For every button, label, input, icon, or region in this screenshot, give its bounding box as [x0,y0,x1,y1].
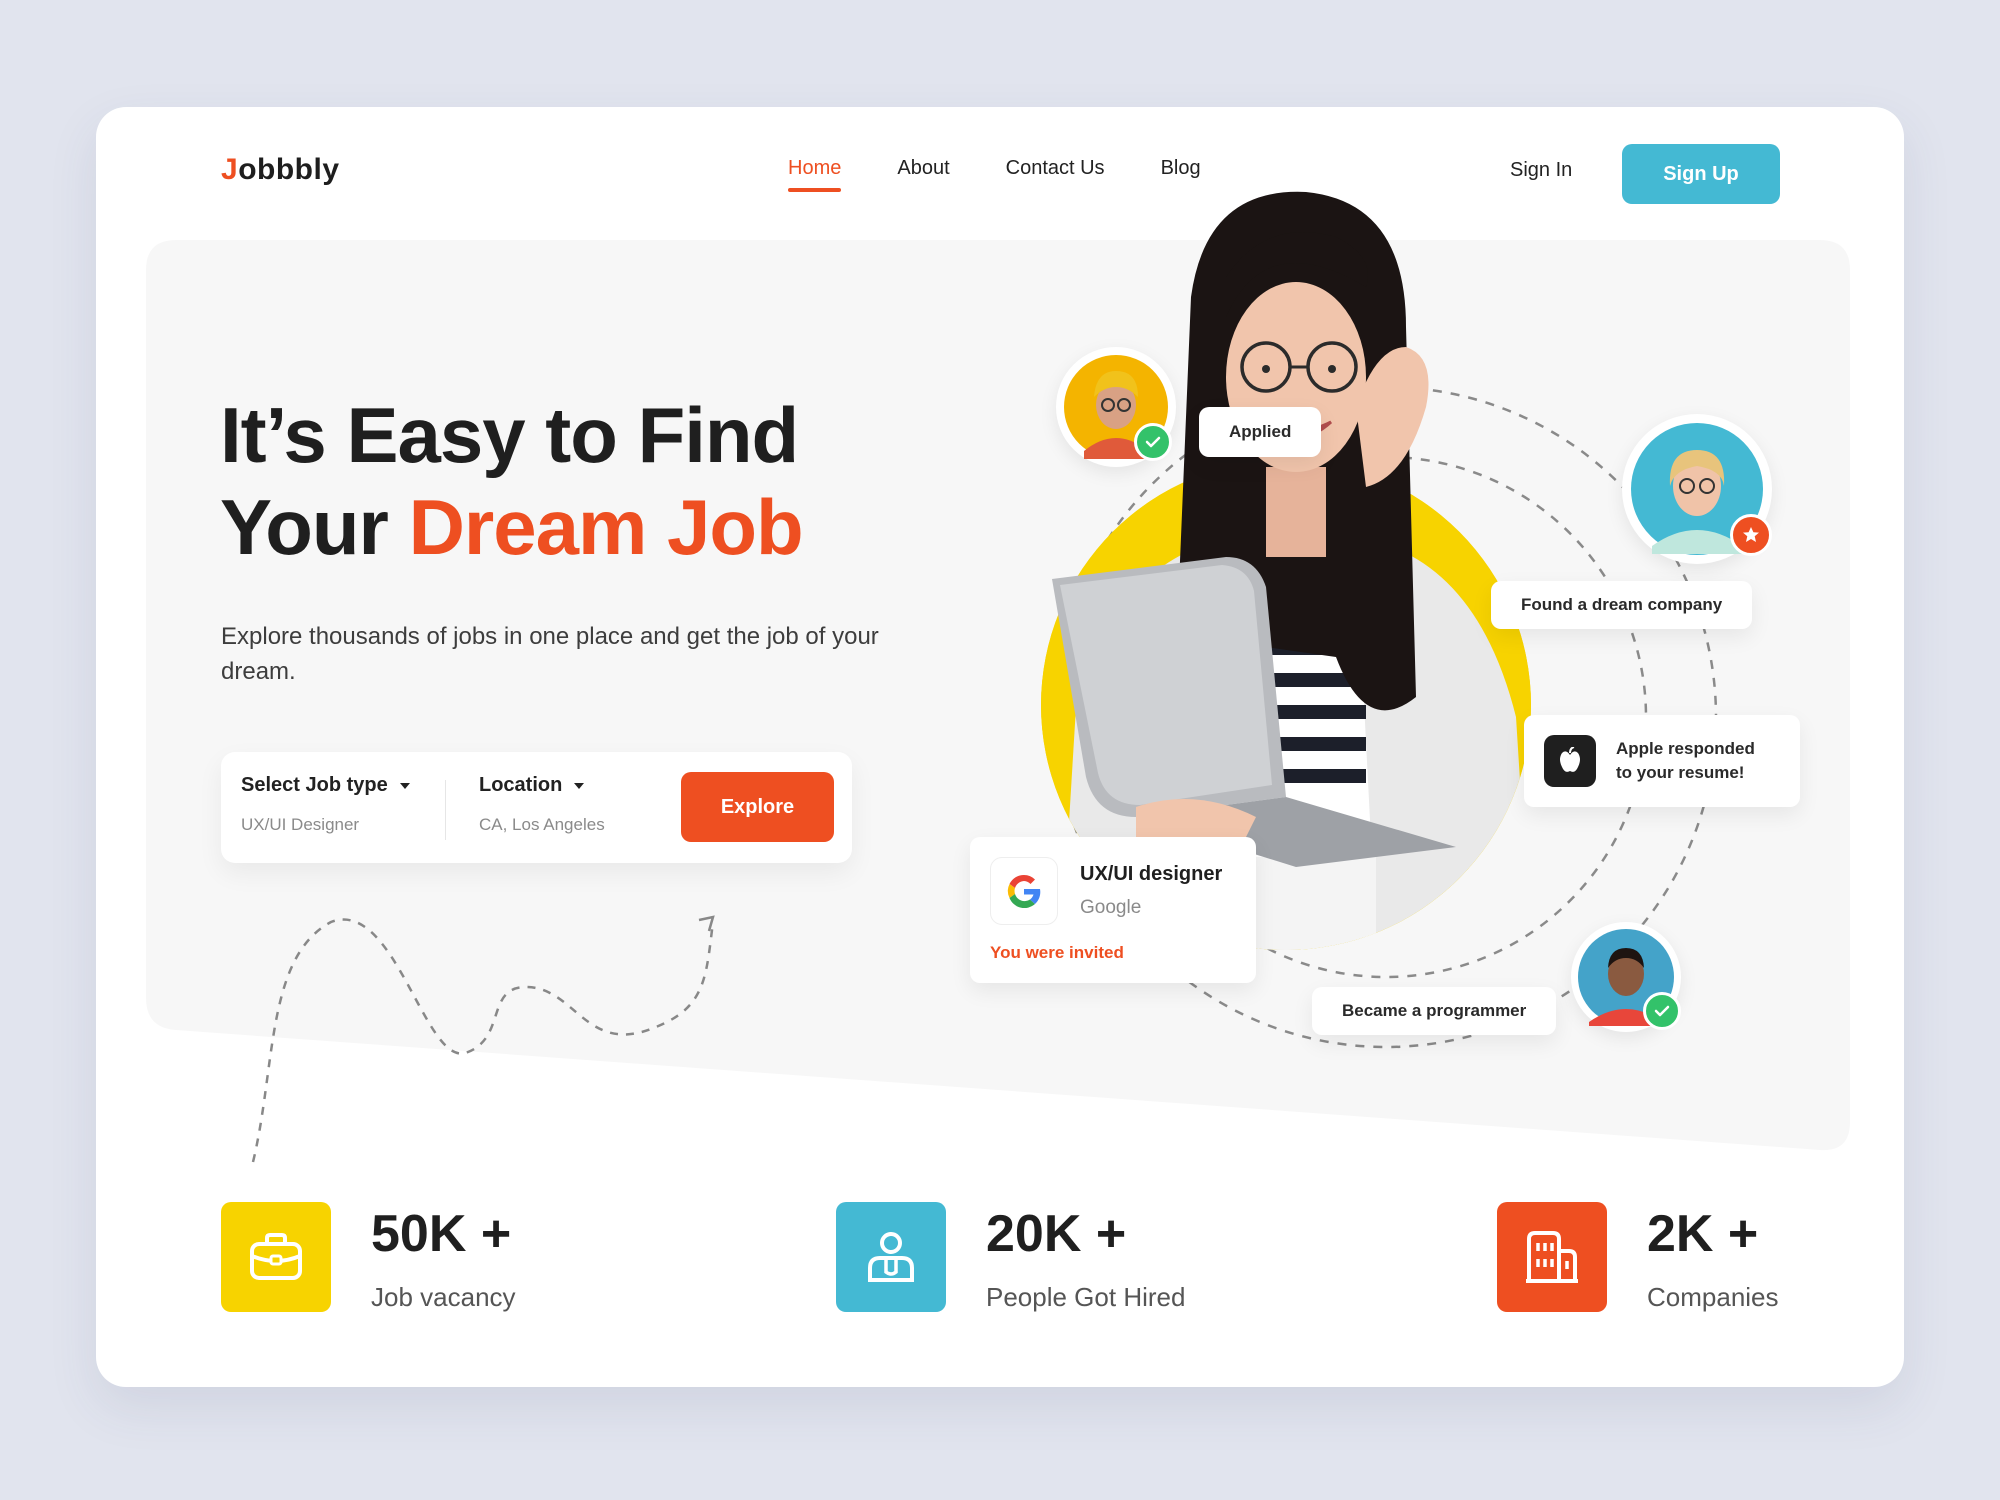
hero-title-accent: Dream Job [408,483,804,571]
job-title: UX/UI designer [1080,863,1223,885]
landing-card: Jobbbly Home About Contact Us Blog Sign … [96,107,1904,1387]
avatar-programmer [1571,922,1681,1032]
apple-response-card: Apple responded to your resume! [1524,715,1800,807]
chevron-down-icon [574,782,585,789]
job-type-label: Select Job type [241,774,388,796]
location-select[interactable]: Location CA, Los Angeles [479,774,605,835]
stat-label: People Got Hired [986,1282,1186,1312]
logo-initial: J [221,153,239,186]
applied-label: Applied [1199,407,1322,457]
apple-response-line1: Apple responded [1616,739,1755,758]
google-logo-icon [990,857,1058,925]
star-badge-icon [1730,514,1772,556]
job-company: Google [1080,897,1142,918]
location-value: CA, Los Angeles [479,815,605,834]
stat-value: 50K + [371,1205,512,1263]
found-company-text: Found a dream company [1521,595,1723,614]
hero-title: It’s Easy to Find Your Dream Job [220,389,804,573]
logo-wordmark: obbbly [238,153,340,186]
stat-label: Job vacancy [371,1282,516,1312]
location-label: Location [479,774,563,796]
chevron-down-icon [399,782,410,789]
hero-subtitle: Explore thousands of jobs in one place a… [221,623,879,685]
building-icon [1497,1202,1607,1312]
check-badge-icon [1134,423,1172,461]
briefcase-icon [221,1202,331,1312]
job-search-bar: Select Job type UX/UI Designer Location … [221,752,852,863]
check-badge-icon [1643,992,1681,1030]
applied-text: Applied [1229,422,1292,441]
job-type-value: UX/UI Designer [241,815,360,834]
apple-response-line2: to your resume! [1616,763,1745,782]
field-divider [445,780,446,840]
job-invite-card: UX/UI designer Google You were invited [970,837,1256,983]
stat-companies: 2K + Companies [1497,1202,1779,1313]
stat-value: 20K + [986,1205,1127,1263]
avatar-dream-company [1622,414,1772,564]
apple-logo-icon [1544,735,1596,787]
nav-home[interactable]: Home [788,157,842,192]
programmer-label: Became a programmer [1312,987,1557,1035]
job-status: You were invited [990,943,1124,962]
hero-title-line2: Your [220,483,409,571]
brand-logo[interactable]: Jobbbly [221,153,340,187]
hero-title-line1: It’s Easy to Find [220,391,799,479]
avatar-applicant [1056,347,1176,467]
stat-people-hired: 20K + People Got Hired [836,1202,1185,1313]
explore-button[interactable]: Explore [681,772,834,842]
found-company-label: Found a dream company [1491,581,1753,629]
programmer-text: Became a programmer [1342,1001,1527,1020]
stat-job-vacancy: 50K + Job vacancy [221,1202,516,1313]
stat-label: Companies [1647,1282,1779,1312]
person-badge-icon [836,1202,946,1312]
job-type-select[interactable]: Select Job type UX/UI Designer [241,774,410,835]
stat-value: 2K + [1647,1205,1759,1263]
